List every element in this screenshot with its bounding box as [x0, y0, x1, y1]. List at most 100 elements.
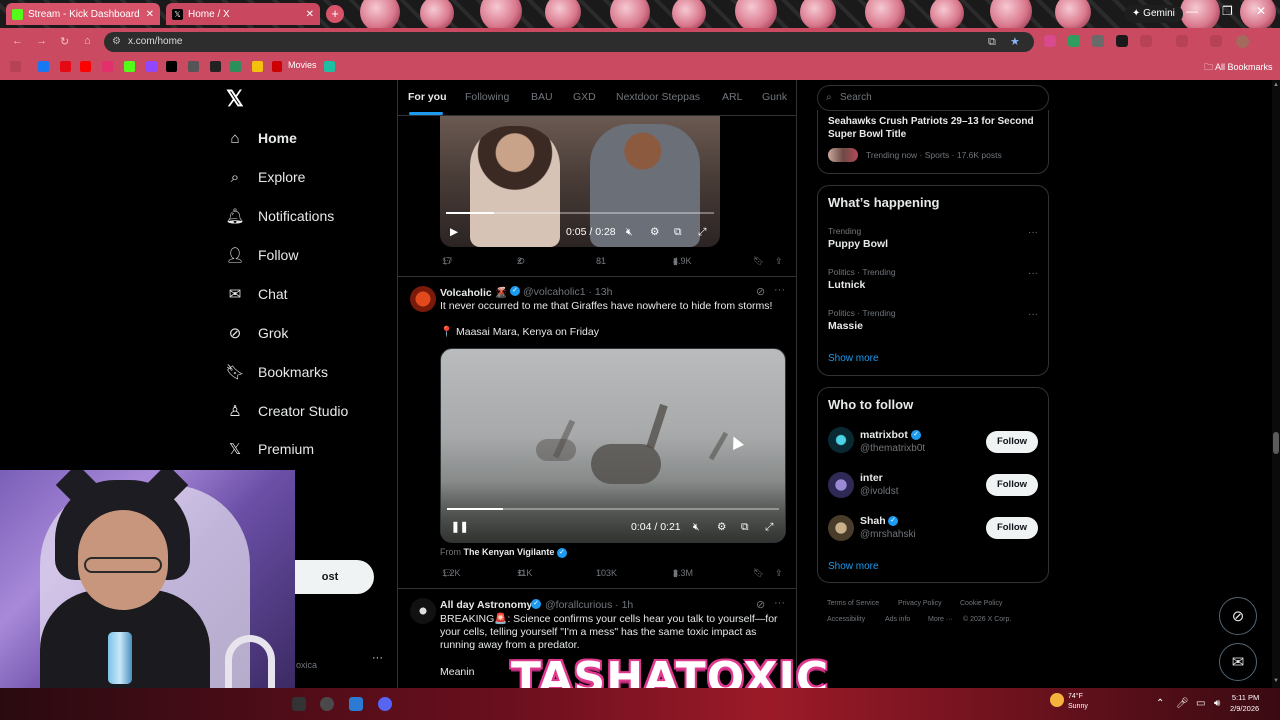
user-name[interactable]: inter: [860, 472, 883, 484]
discord-icon[interactable]: [378, 697, 392, 711]
volume-icon[interactable]: 🔊︎: [1214, 698, 1220, 709]
cookie-link[interactable]: Cookie Policy: [960, 600, 1002, 607]
avatar[interactable]: [828, 515, 854, 541]
tab-gxd[interactable]: GXD: [573, 91, 596, 103]
movies-icon[interactable]: [272, 61, 282, 72]
ads-info-link[interactable]: Ads info: [885, 616, 910, 623]
bookmark-icon[interactable]: [324, 61, 335, 72]
share-icon[interactable]: ⇪: [775, 256, 783, 267]
scroll-up-icon[interactable]: ▲: [1273, 82, 1279, 88]
extension-icon[interactable]: [1176, 35, 1188, 47]
post-author-handle[interactable]: @forallcurious · 1h: [545, 599, 633, 611]
close-window-icon[interactable]: ✕: [1256, 4, 1266, 18]
install-icon[interactable]: ⧉: [988, 32, 996, 52]
tab-following[interactable]: Following: [465, 91, 509, 103]
nav-chat[interactable]: ✉ Chat: [226, 282, 288, 306]
profile-menu-icon[interactable]: ···: [372, 652, 383, 664]
x-bookmark-icon[interactable]: [166, 61, 177, 72]
trend-name[interactable]: Massie: [828, 320, 863, 332]
facebook-icon[interactable]: [38, 61, 49, 72]
netflix-icon[interactable]: [60, 61, 71, 72]
avatar[interactable]: [410, 286, 436, 312]
tab-kick-dashboard[interactable]: Stream - Kick Dashboard ✕: [6, 3, 160, 25]
youtube-icon[interactable]: [80, 61, 91, 72]
source-account-link[interactable]: The Kenyan Vigilante: [464, 547, 555, 557]
terms-link[interactable]: Terms of Service: [827, 600, 879, 607]
scrollbar[interactable]: ▲ ▼: [1272, 80, 1280, 688]
close-icon[interactable]: ✕: [146, 9, 154, 20]
nav-bookmarks[interactable]: 🔖︎ Bookmarks: [225, 360, 328, 384]
post-author-handle[interactable]: @volcaholic1 · 13h: [523, 286, 612, 298]
nav-grok[interactable]: ⊘ Grok: [226, 321, 289, 345]
mute-icon[interactable]: 🔇︎: [693, 521, 700, 534]
more-link[interactable]: More ···: [928, 616, 953, 623]
scrollbar-thumb[interactable]: [1273, 432, 1279, 454]
nav-notifications[interactable]: 🔔︎ Notifications: [225, 204, 334, 228]
taskbar-app-icon[interactable]: [292, 697, 306, 711]
privacy-link[interactable]: Privacy Policy: [898, 600, 942, 607]
more-options-icon[interactable]: ···: [774, 597, 785, 609]
accessibility-link[interactable]: Accessibility: [827, 616, 865, 623]
trend-name[interactable]: Puppy Bowl: [828, 238, 888, 250]
settings-icon[interactable]: ⚙: [717, 521, 726, 533]
chrome-icon[interactable]: [320, 697, 334, 711]
follow-button[interactable]: Follow: [986, 474, 1038, 496]
search-input[interactable]: ⌕ Search: [817, 85, 1049, 111]
video-progress-bar[interactable]: [447, 508, 779, 510]
instagram-icon[interactable]: [102, 61, 113, 72]
settings-icon[interactable]: ⚙: [650, 226, 659, 238]
avatar[interactable]: [828, 427, 854, 453]
grok-fab-button[interactable]: ⊘: [1219, 597, 1257, 635]
bookmark-post-icon[interactable]: 🔖︎: [753, 568, 764, 579]
pause-icon[interactable]: ❚❚: [451, 521, 469, 533]
gemini-button[interactable]: ✦ Gemini: [1124, 5, 1183, 23]
back-icon[interactable]: ←: [12, 35, 26, 49]
network-icon[interactable]: ▭: [1196, 698, 1205, 709]
apps-icon[interactable]: [10, 61, 21, 72]
weather-widget[interactable]: 74°F Sunny: [1050, 692, 1088, 712]
extension-icon[interactable]: [1068, 35, 1080, 47]
grok-post-icon[interactable]: ⊘: [756, 598, 765, 611]
more-options-icon[interactable]: ···: [1028, 309, 1038, 320]
grok-post-icon[interactable]: ⊘: [756, 285, 765, 298]
tab-for-you[interactable]: For you: [408, 91, 447, 103]
all-bookmarks[interactable]: 🗀 All Bookmarks: [1204, 60, 1273, 76]
tab-gunk[interactable]: Gunk: [762, 91, 787, 103]
extension-icon[interactable]: [1140, 35, 1152, 47]
fullscreen-icon[interactable]: ⤢: [698, 226, 706, 239]
post-author-name[interactable]: Volcaholic 🌋: [440, 286, 508, 299]
tab-bau[interactable]: BAU: [531, 91, 553, 103]
follow-button[interactable]: Follow: [986, 517, 1038, 539]
more-options-icon[interactable]: ···: [1028, 268, 1038, 279]
extension-icon[interactable]: [1116, 35, 1128, 47]
user-name[interactable]: Shah: [860, 515, 886, 527]
scroll-down-icon[interactable]: ▼: [1273, 678, 1279, 684]
site-info-icon[interactable]: ⚙: [112, 32, 121, 52]
follow-button[interactable]: Follow: [986, 431, 1038, 453]
microphone-icon[interactable]: 🎤︎: [1176, 698, 1189, 709]
messages-fab-button[interactable]: ✉: [1219, 643, 1257, 681]
maximize-icon[interactable]: ❐: [1222, 4, 1233, 18]
forward-icon[interactable]: →: [36, 35, 50, 49]
profile-avatar[interactable]: [1236, 35, 1249, 48]
bookmark-icon[interactable]: [230, 61, 241, 72]
play-icon[interactable]: ▶: [450, 226, 458, 238]
avatar[interactable]: [410, 598, 436, 624]
new-tab-button[interactable]: +: [326, 5, 344, 23]
post-author-name[interactable]: All day Astronomy: [440, 599, 532, 611]
tray-overflow-icon[interactable]: ⌃: [1156, 698, 1164, 709]
nav-follow[interactable]: 👤︎ Follow: [225, 243, 298, 267]
news-card[interactable]: Seahawks Crush Patriots 29–13 for Second…: [817, 110, 1049, 174]
more-options-icon[interactable]: ···: [774, 284, 785, 296]
post-video-player[interactable]: ▶ 0:05 / 0:28 🔇︎ ⚙ ⧉ ⤢: [440, 116, 720, 247]
show-more-link[interactable]: Show more: [828, 561, 879, 572]
minimize-icon[interactable]: —: [1186, 4, 1198, 18]
tab-home-x[interactable]: 𝕏 Home / X ✕: [166, 3, 320, 25]
nav-home[interactable]: ⌂ Home: [226, 126, 296, 150]
bookmark-icon[interactable]: [188, 61, 199, 72]
tab-nextdoor-steppas[interactable]: Nextdoor Steppas: [616, 91, 700, 103]
extension-icon[interactable]: [1044, 35, 1056, 47]
more-options-icon[interactable]: ···: [1028, 227, 1038, 238]
pip-icon[interactable]: ⧉: [674, 226, 682, 239]
movies-bookmark[interactable]: Movies: [288, 60, 317, 70]
